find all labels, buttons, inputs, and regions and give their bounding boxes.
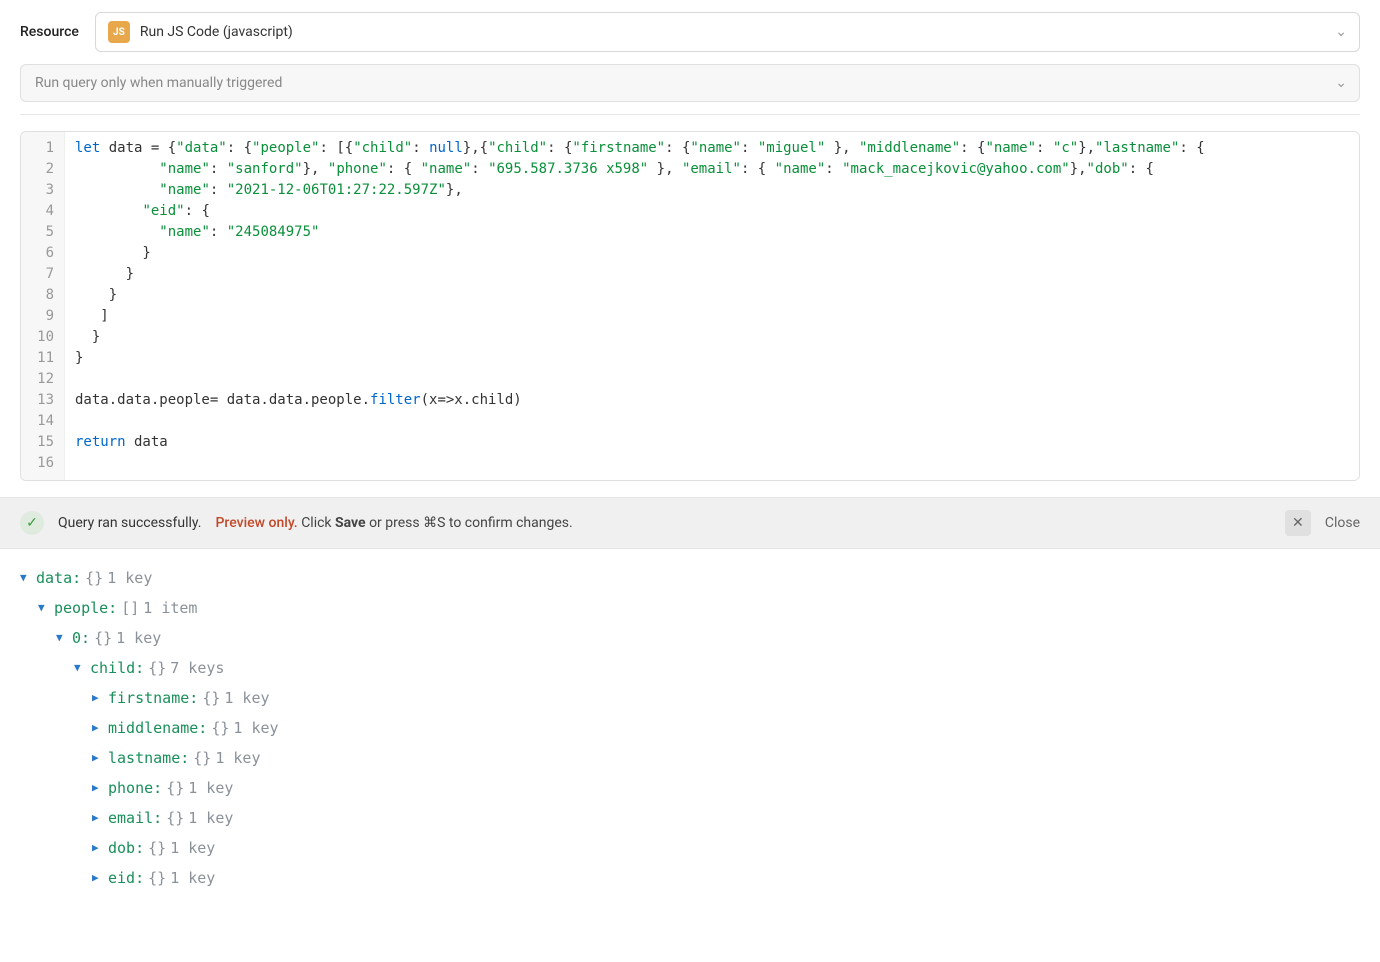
chevron-down-icon: ⌄ (1335, 75, 1347, 91)
triangle-right-icon[interactable]: ▶ (92, 743, 104, 773)
tree-node[interactable]: ▶ middlename: {} 1 key (20, 713, 1360, 743)
code-editor[interactable]: 12345678910111213141516 let data = {"dat… (20, 131, 1360, 481)
divider (20, 114, 1360, 115)
tree-node[interactable]: ▶ dob: {} 1 key (20, 833, 1360, 863)
tree-node[interactable]: ▶ phone: {} 1 key (20, 773, 1360, 803)
trigger-text: Run query only when manually triggered (35, 75, 282, 91)
tree-node[interactable]: ▶ lastname: {} 1 key (20, 743, 1360, 773)
tree-node[interactable]: ▶ firstname: {} 1 key (20, 683, 1360, 713)
status-bar: ✓ Query ran successfully. Preview only. … (0, 497, 1380, 549)
triangle-right-icon[interactable]: ▶ (92, 833, 104, 863)
resource-label: Resource (20, 24, 79, 40)
tree-node[interactable]: ▼ data: {} 1 key (20, 563, 1360, 593)
resource-select[interactable]: JS Run JS Code (javascript) ⌄ (95, 12, 1360, 52)
save-message: Click Save or press ⌘S to confirm change… (301, 515, 572, 531)
triangle-down-icon[interactable]: ▼ (74, 653, 86, 683)
triangle-down-icon[interactable]: ▼ (20, 563, 32, 593)
triangle-down-icon[interactable]: ▼ (38, 593, 50, 623)
tree-node[interactable]: ▶ email: {} 1 key (20, 803, 1360, 833)
close-label[interactable]: Close (1325, 515, 1360, 531)
tree-node[interactable]: ▼ 0: {} 1 key (20, 623, 1360, 653)
code-area[interactable]: let data = {"data": {"people": [{"child"… (65, 132, 1359, 480)
preview-label: Preview only. (215, 515, 297, 531)
close-button[interactable]: ✕ (1285, 510, 1311, 536)
js-icon: JS (108, 21, 130, 43)
chevron-down-icon: ⌄ (1335, 24, 1347, 40)
tree-node[interactable]: ▼ child: {} 7 keys (20, 653, 1360, 683)
check-icon: ✓ (20, 511, 44, 535)
tree-node[interactable]: ▼ people: [] 1 item (20, 593, 1360, 623)
tree-node[interactable]: ▶ eid: {} 1 key (20, 863, 1360, 893)
result-tree: ▼ data: {} 1 key▼ people: [] 1 item▼ 0: … (0, 549, 1380, 907)
triangle-down-icon[interactable]: ▼ (56, 623, 68, 653)
trigger-select[interactable]: Run query only when manually triggered ⌄ (20, 64, 1360, 102)
status-success: Query ran successfully. (58, 515, 201, 531)
line-gutter: 12345678910111213141516 (21, 132, 65, 480)
triangle-right-icon[interactable]: ▶ (92, 863, 104, 893)
triangle-right-icon[interactable]: ▶ (92, 803, 104, 833)
resource-value: Run JS Code (javascript) (140, 24, 293, 40)
triangle-right-icon[interactable]: ▶ (92, 713, 104, 743)
triangle-right-icon[interactable]: ▶ (92, 683, 104, 713)
triangle-right-icon[interactable]: ▶ (92, 773, 104, 803)
